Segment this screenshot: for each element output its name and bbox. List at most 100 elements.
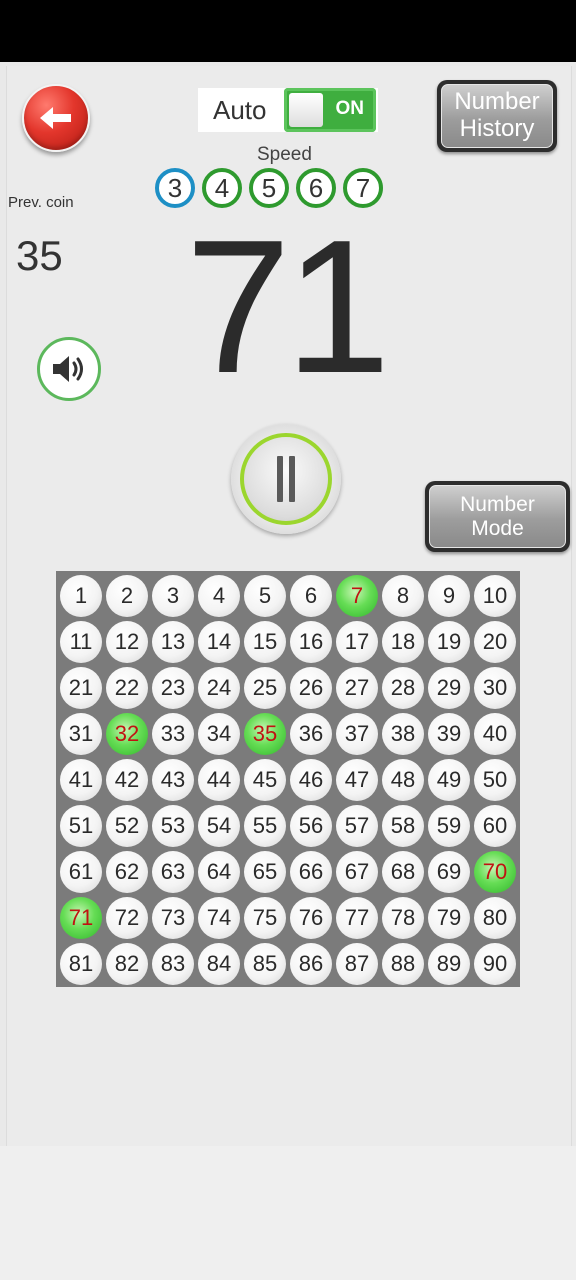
number-ball-17: 17: [336, 621, 378, 663]
number-mode-line1: Number: [460, 492, 535, 516]
number-ball-87: 87: [336, 943, 378, 985]
prev-coin-label: Prev. coin: [8, 194, 74, 211]
number-ball-58: 58: [382, 805, 424, 847]
pause-button[interactable]: [231, 424, 341, 534]
number-ball-76: 76: [290, 897, 332, 939]
number-ball-78: 78: [382, 897, 424, 939]
number-ball-60: 60: [474, 805, 516, 847]
number-ball-73: 73: [152, 897, 194, 939]
number-ball-41: 41: [60, 759, 102, 801]
number-ball-37: 37: [336, 713, 378, 755]
number-ball-22: 22: [106, 667, 148, 709]
number-ball-29: 29: [428, 667, 470, 709]
number-ball-34: 34: [198, 713, 240, 755]
number-ball-89: 89: [428, 943, 470, 985]
number-ball-21: 21: [60, 667, 102, 709]
number-ball-36: 36: [290, 713, 332, 755]
number-ball-54: 54: [198, 805, 240, 847]
bottom-area: [0, 1146, 576, 1280]
speed-label: Speed: [257, 144, 312, 165]
number-ball-20: 20: [474, 621, 516, 663]
number-ball-70: 70: [474, 851, 516, 893]
number-ball-51: 51: [60, 805, 102, 847]
number-ball-49: 49: [428, 759, 470, 801]
number-history-line1: Number: [454, 88, 540, 116]
number-history-line2: History: [459, 115, 535, 142]
number-ball-7: 7: [336, 575, 378, 617]
number-ball-65: 65: [244, 851, 286, 893]
number-ball-57: 57: [336, 805, 378, 847]
number-ball-9: 9: [428, 575, 470, 617]
prev-coin-value: 35: [16, 232, 63, 279]
number-ball-75: 75: [244, 897, 286, 939]
number-ball-59: 59: [428, 805, 470, 847]
number-ball-11: 11: [60, 621, 102, 663]
current-number: 71: [185, 201, 390, 413]
toggle-knob: [289, 93, 323, 127]
auto-toggle-group: Auto ON: [198, 88, 378, 132]
number-ball-64: 64: [198, 851, 240, 893]
number-ball-90: 90: [474, 943, 516, 985]
number-ball-10: 10: [474, 575, 516, 617]
number-ball-12: 12: [106, 621, 148, 663]
number-ball-53: 53: [152, 805, 194, 847]
status-bar: [0, 0, 576, 62]
back-button[interactable]: [22, 84, 90, 152]
number-ball-43: 43: [152, 759, 194, 801]
number-ball-63: 63: [152, 851, 194, 893]
number-ball-26: 26: [290, 667, 332, 709]
number-ball-25: 25: [244, 667, 286, 709]
number-ball-13: 13: [152, 621, 194, 663]
number-ball-27: 27: [336, 667, 378, 709]
number-ball-88: 88: [382, 943, 424, 985]
number-mode-button[interactable]: Number Mode: [425, 481, 570, 552]
toggle-state: ON: [335, 98, 365, 119]
number-ball-83: 83: [152, 943, 194, 985]
number-ball-55: 55: [244, 805, 286, 847]
number-ball-50: 50: [474, 759, 516, 801]
number-ball-48: 48: [382, 759, 424, 801]
auto-label: Auto: [213, 94, 267, 125]
number-ball-30: 30: [474, 667, 516, 709]
number-ball-45: 45: [244, 759, 286, 801]
number-ball-1: 1: [60, 575, 102, 617]
number-board: 1 2 3 4 5 6 7 8 9 10 11 12 13 14 15 16 17 18 19 20 21 22 23 24 2…: [56, 571, 520, 987]
number-ball-14: 14: [198, 621, 240, 663]
number-ball-16: 16: [290, 621, 332, 663]
number-ball-4: 4: [198, 575, 240, 617]
number-ball-35: 35: [244, 713, 286, 755]
number-ball-79: 79: [428, 897, 470, 939]
number-ball-42: 42: [106, 759, 148, 801]
number-ball-3: 3: [152, 575, 194, 617]
number-ball-39: 39: [428, 713, 470, 755]
number-ball-62: 62: [106, 851, 148, 893]
number-ball-72: 72: [106, 897, 148, 939]
number-ball-56: 56: [290, 805, 332, 847]
number-ball-47: 47: [336, 759, 378, 801]
number-ball-18: 18: [382, 621, 424, 663]
number-ball-74: 74: [198, 897, 240, 939]
number-ball-81: 81: [60, 943, 102, 985]
auto-toggle[interactable]: ON: [284, 88, 376, 132]
number-ball-2: 2: [106, 575, 148, 617]
number-ball-67: 67: [336, 851, 378, 893]
pause-icon: [240, 433, 332, 525]
number-ball-80: 80: [474, 897, 516, 939]
number-ball-32: 32: [106, 713, 148, 755]
number-ball-68: 68: [382, 851, 424, 893]
number-ball-23: 23: [152, 667, 194, 709]
number-ball-40: 40: [474, 713, 516, 755]
number-ball-66: 66: [290, 851, 332, 893]
number-ball-46: 46: [290, 759, 332, 801]
number-ball-69: 69: [428, 851, 470, 893]
number-history-button[interactable]: Number History: [437, 80, 557, 152]
number-ball-31: 31: [60, 713, 102, 755]
number-ball-15: 15: [244, 621, 286, 663]
number-ball-52: 52: [106, 805, 148, 847]
number-ball-77: 77: [336, 897, 378, 939]
number-ball-85: 85: [244, 943, 286, 985]
sound-button[interactable]: [37, 337, 101, 401]
number-ball-86: 86: [290, 943, 332, 985]
number-ball-84: 84: [198, 943, 240, 985]
number-ball-38: 38: [382, 713, 424, 755]
